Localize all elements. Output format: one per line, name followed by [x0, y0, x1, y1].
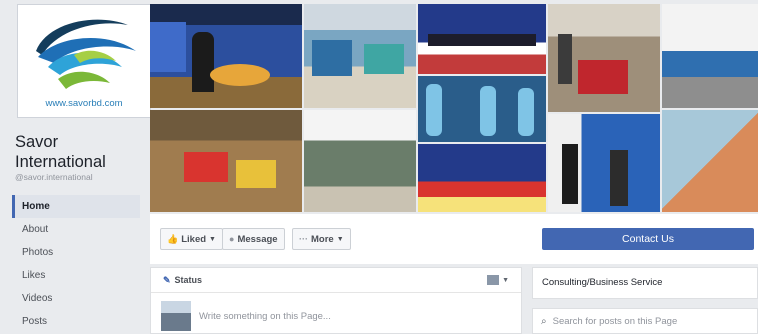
cover-tile-venue-exterior[interactable]: [304, 110, 416, 212]
cover-tile-panel-table[interactable]: [418, 4, 546, 74]
page-handle: @savor.international: [15, 172, 93, 182]
page-search-input[interactable]: ⌕ Search for posts on this Page: [532, 308, 758, 334]
post-as-avatar[interactable]: [487, 275, 500, 285]
website-url[interactable]: www.savorbd.com: [18, 98, 150, 109]
more-dots-icon: ···: [299, 234, 308, 244]
sidebar-item-likes[interactable]: Likes: [12, 264, 140, 287]
cover-tile-exhibition-visitors[interactable]: [548, 4, 660, 112]
sidebar-nav: Home About Photos Likes Videos Posts: [12, 195, 140, 333]
page-category[interactable]: Consulting/Business Service: [532, 267, 758, 299]
status-input[interactable]: Write something on this Page...: [199, 311, 331, 322]
composer-header: ✎ Status ▼: [151, 268, 521, 293]
status-composer: ✎ Status ▼ Write something on this Page.…: [150, 267, 522, 334]
left-column: www.savorbd.com Savor International @sav…: [12, 0, 151, 334]
cover-tile-outdoor-entrance[interactable]: [662, 4, 758, 108]
cover-tile-balloon-pillars[interactable]: [418, 76, 546, 142]
message-icon: ●: [229, 234, 235, 244]
page-action-bar: 👍 Liked ▼ ● Message ··· More ▼ Contact U…: [150, 214, 758, 264]
more-button[interactable]: ··· More ▼: [292, 228, 351, 250]
sidebar-item-videos[interactable]: Videos: [12, 287, 140, 310]
message-button[interactable]: ● Message: [222, 228, 285, 250]
cover-tile-conference-speaker[interactable]: [150, 4, 302, 108]
sidebar-item-home[interactable]: Home: [12, 195, 140, 218]
cover-tile-blue-booth[interactable]: [548, 114, 660, 212]
thumbs-up-icon: 👍: [167, 233, 179, 244]
liked-label: Liked: [181, 233, 207, 245]
more-label: More: [311, 233, 334, 245]
search-placeholder: Search for posts on this Page: [552, 315, 678, 327]
cover-tile-award-ceremony[interactable]: [418, 144, 546, 212]
profile-picture[interactable]: www.savorbd.com: [17, 4, 151, 118]
chevron-down-icon: ▼: [209, 235, 216, 243]
page-name: Savor International: [15, 133, 106, 171]
pencil-icon: ✎: [163, 274, 171, 285]
sidebar-item-posts[interactable]: Posts: [12, 310, 140, 333]
search-icon: ⌕: [541, 315, 547, 327]
status-tab[interactable]: Status: [175, 275, 203, 285]
sidebar-item-about[interactable]: About: [12, 218, 140, 241]
message-label: Message: [237, 233, 278, 245]
contact-us-button[interactable]: Contact Us: [542, 228, 754, 250]
chevron-down-icon[interactable]: ▼: [502, 277, 509, 284]
sidebar-item-photos[interactable]: Photos: [12, 241, 140, 264]
chevron-down-icon: ▼: [336, 235, 344, 243]
cover-tile-exhibition-booth[interactable]: [304, 4, 416, 108]
cover-tile-copper-coils[interactable]: [662, 110, 758, 212]
liked-button[interactable]: 👍 Liked ▼: [160, 228, 223, 250]
savor-logo-icon: [36, 19, 136, 89]
avatar: [161, 301, 191, 331]
cover-tile-hall-crowd[interactable]: [150, 110, 302, 212]
composer-body: Write something on this Page...: [151, 293, 521, 334]
